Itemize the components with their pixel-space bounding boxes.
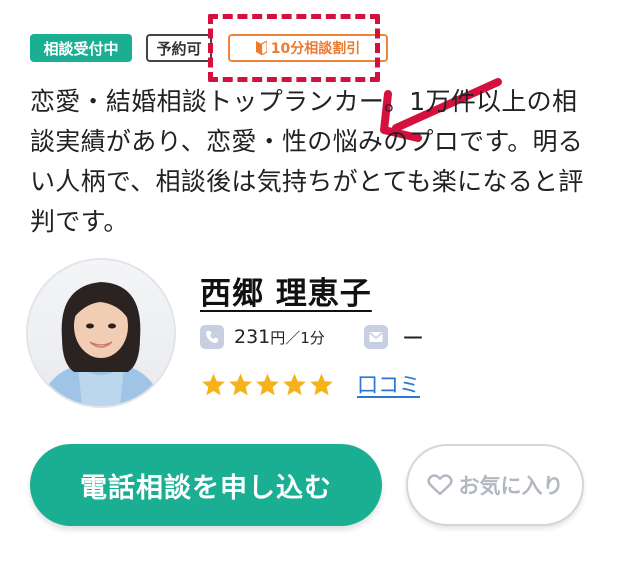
mail-price: ー xyxy=(402,327,425,352)
star-icon xyxy=(229,373,252,396)
star-icon xyxy=(283,373,306,396)
price-text: 231円／1分 xyxy=(234,326,325,348)
intro-text: 恋愛・結婚相談トップランカー。1万件以上の相談実績があり、恋愛・性の悩みのプロで… xyxy=(30,87,584,236)
discount-badge-label: 10分相談割引 xyxy=(270,41,361,57)
status-badge: 相談受付中 xyxy=(30,34,132,62)
mail-icon xyxy=(364,325,388,349)
price-amount: 231 xyxy=(234,326,271,348)
phone-icon xyxy=(200,325,224,349)
star-icon xyxy=(202,373,225,396)
review-link[interactable]: 口コミ xyxy=(357,369,420,399)
beginner-mark-icon xyxy=(255,41,267,55)
star-icon xyxy=(310,373,333,396)
discount-badge: 10分相談割引 xyxy=(228,34,388,62)
favorite-button-label: お気に入り xyxy=(458,474,564,498)
call-consultation-button[interactable]: 電話相談を申し込む xyxy=(30,444,382,526)
rating-stars xyxy=(200,372,335,398)
favorite-button[interactable]: お気に入り xyxy=(406,444,584,526)
mail-row: ー xyxy=(364,322,424,352)
reservation-badge: 予約可 xyxy=(146,34,212,62)
price-unit: 円／1分 xyxy=(270,329,325,347)
star-icon xyxy=(256,373,279,396)
price-row: 231円／1分 xyxy=(200,322,325,352)
heart-icon xyxy=(426,473,453,497)
counselor-name[interactable]: 西郷 理恵子 xyxy=(200,268,372,313)
avatar xyxy=(26,258,176,408)
